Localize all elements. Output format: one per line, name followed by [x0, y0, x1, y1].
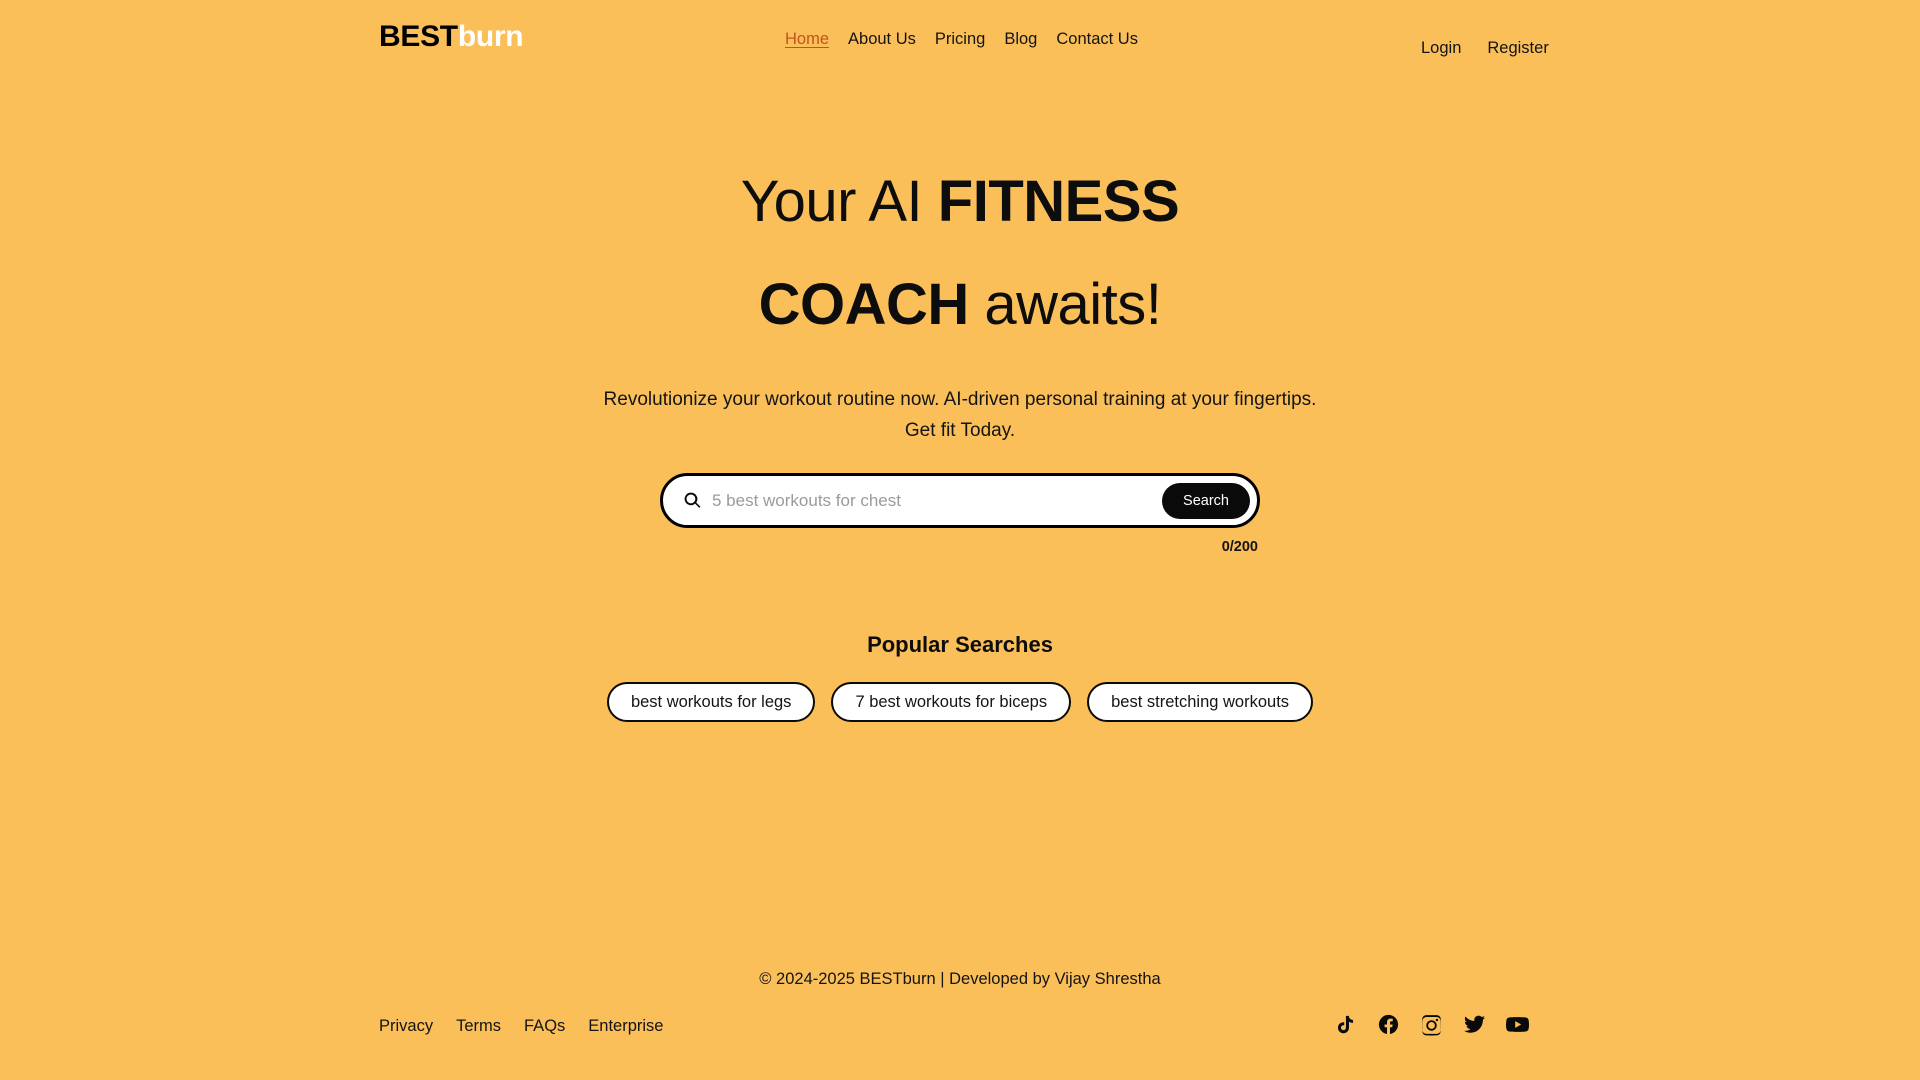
nav-item-about-us[interactable]: About Us: [848, 31, 916, 48]
site-logo[interactable]: BESTburn: [379, 20, 524, 53]
popular-search-chip[interactable]: 7 best workouts for biceps: [831, 682, 1072, 722]
search-icon: [683, 491, 702, 510]
site-header: BESTburn Home About Us Pricing Blog Cont…: [0, 0, 1920, 86]
auth-navigation: Login Register: [1421, 40, 1549, 57]
logo-secondary-text: burn: [457, 20, 524, 53]
facebook-icon[interactable]: [1377, 1013, 1400, 1036]
hero-section: Your AI FITNESS COACH awaits! Revolution…: [0, 150, 1920, 446]
nav-item-home[interactable]: Home: [785, 31, 829, 48]
logo-primary-text: BEST: [379, 20, 458, 53]
hero-title-line1-regular: Your AI: [740, 169, 938, 234]
search-bar[interactable]: Search: [660, 473, 1260, 528]
footer-link-terms[interactable]: Terms: [456, 1018, 501, 1035]
login-link[interactable]: Login: [1421, 40, 1461, 57]
nav-item-blog[interactable]: Blog: [1004, 31, 1037, 48]
social-links: [1334, 1013, 1529, 1036]
popular-searches-title: Popular Searches: [867, 632, 1053, 657]
hero-subtitle: Revolutionize your workout routine now. …: [0, 384, 1920, 446]
footer-links: Privacy Terms FAQs Enterprise: [379, 1018, 663, 1035]
popular-search-chip[interactable]: best workouts for legs: [606, 682, 816, 722]
footer-link-enterprise[interactable]: Enterprise: [588, 1018, 663, 1035]
nav-item-pricing[interactable]: Pricing: [935, 31, 985, 48]
search-button[interactable]: Search: [1162, 482, 1250, 519]
popular-searches-list: best workouts for legs 7 best workouts f…: [0, 682, 1920, 722]
hero-title-line2-bold: COACH: [758, 272, 970, 337]
register-link[interactable]: Register: [1487, 40, 1548, 57]
hero-title-line1-bold: FITNESS: [937, 169, 1180, 234]
popular-search-chip[interactable]: best stretching workouts: [1087, 682, 1314, 722]
footer-copyright: © 2024-2025 BESTburn | Developed by Vija…: [759, 970, 1161, 988]
nav-item-contact-us[interactable]: Contact Us: [1056, 31, 1138, 48]
hero-subtitle-line2: Get fit Today.: [904, 420, 1016, 441]
page-title: Your AI FITNESS COACH awaits!: [0, 150, 1920, 356]
instagram-icon[interactable]: [1420, 1013, 1443, 1036]
character-counter: 0/200: [1221, 539, 1258, 555]
hero-title-line2-regular: awaits!: [968, 272, 1162, 337]
twitter-icon[interactable]: [1463, 1013, 1486, 1036]
hero-subtitle-line1: Revolutionize your workout routine now. …: [603, 389, 1317, 410]
popular-searches-section: Popular Searches best workouts for legs …: [0, 632, 1920, 722]
youtube-icon[interactable]: [1506, 1013, 1529, 1036]
footer-link-privacy[interactable]: Privacy: [379, 1018, 433, 1035]
tiktok-icon[interactable]: [1334, 1013, 1357, 1036]
search-input[interactable]: [712, 480, 1163, 521]
search-section: Search 0/200: [660, 473, 1260, 555]
main-navigation: Home About Us Pricing Blog Contact Us: [785, 31, 1138, 48]
footer-link-faqs[interactable]: FAQs: [524, 1018, 565, 1035]
